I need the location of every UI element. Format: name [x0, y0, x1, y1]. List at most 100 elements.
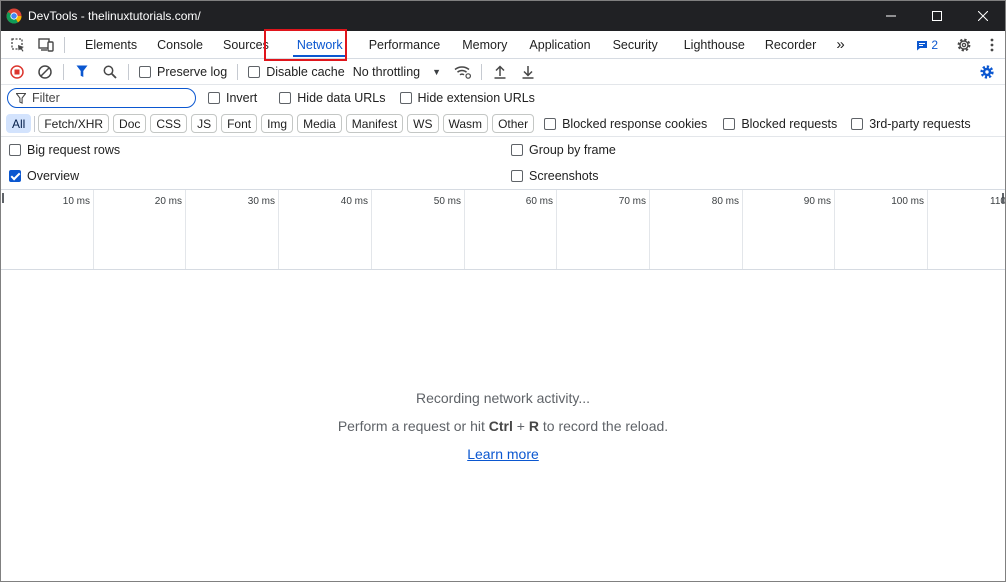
- learn-more-link[interactable]: Learn more: [467, 446, 539, 462]
- toolbar-divider: [63, 63, 64, 80]
- funnel-icon: [16, 92, 26, 104]
- tab-application[interactable]: Application: [519, 31, 600, 59]
- checkbox-box[interactable]: [248, 65, 261, 78]
- more-tabs-button[interactable]: »: [826, 31, 854, 59]
- timeline-grid-line: [649, 190, 650, 269]
- checkbox-box[interactable]: [399, 92, 412, 104]
- timeline-grid-line: [371, 190, 372, 269]
- search-button[interactable]: [96, 59, 124, 85]
- type-filter-js[interactable]: JS: [191, 114, 218, 133]
- tab-performance[interactable]: Performance: [359, 31, 451, 59]
- type-label: Wasm: [448, 116, 483, 131]
- clear-button[interactable]: [31, 59, 59, 85]
- type-filter-wasm[interactable]: Wasm: [442, 114, 489, 133]
- device-toolbar-button[interactable]: [32, 31, 60, 59]
- timeline-grid-line: [464, 190, 465, 269]
- type-filter-css[interactable]: CSS: [150, 114, 188, 133]
- tab-label: Recorder: [764, 37, 817, 52]
- group-by-frame-checkbox[interactable]: Group by frame: [511, 143, 616, 157]
- checkbox-box[interactable]: [544, 117, 557, 130]
- checkbox-label: Big request rows: [27, 143, 121, 157]
- big-request-rows-checkbox[interactable]: Big request rows: [9, 143, 120, 157]
- timeline-grid-line: [278, 190, 279, 269]
- type-label: WS: [413, 116, 433, 131]
- chrome-logo-icon: [6, 8, 22, 24]
- preserve-log-checkbox[interactable]: Preserve log: [139, 65, 227, 79]
- record-button[interactable]: [3, 59, 31, 85]
- checkbox-box[interactable]: [139, 65, 151, 78]
- tab-sources[interactable]: Sources: [213, 31, 279, 59]
- checkbox-box[interactable]: [208, 92, 220, 104]
- overview-left-handle[interactable]: [2, 193, 4, 203]
- issues-icon: [917, 40, 928, 50]
- timeline-tick-label: 70 ms: [618, 196, 646, 207]
- timeline-grid-line: [93, 190, 94, 269]
- record-hint: Perform a request or hit Ctrl + R to rec…: [0, 418, 1006, 434]
- issues-counter[interactable]: 2: [916, 38, 938, 52]
- dropdown-caret-icon: ▼: [432, 66, 442, 77]
- maximize-button[interactable]: [914, 0, 960, 31]
- timeline-tick-label: 60 ms: [525, 196, 553, 207]
- type-filter-other[interactable]: Other: [492, 114, 535, 133]
- network-overview-timeline[interactable]: 10 ms 20 ms 30 ms 40 ms 50 ms 60 ms 70 ms 80 ms…: [0, 189, 1006, 270]
- checkbox-box[interactable]: [511, 144, 523, 156]
- tab-label: Lighthouse: [683, 37, 745, 52]
- resource-type-filter-row: All Fetch/XHR Doc CSS JS Font Img Media …: [0, 111, 1006, 137]
- type-filter-ws[interactable]: WS: [407, 114, 439, 133]
- checkbox-label: Group by frame: [529, 143, 616, 157]
- checkbox-label: Screenshots: [529, 169, 599, 183]
- hide-extension-urls-checkbox[interactable]: Hide extension URLs: [399, 91, 535, 105]
- checkbox-box[interactable]: [279, 92, 292, 104]
- import-har-button[interactable]: [486, 59, 514, 85]
- filter-field[interactable]: [7, 88, 196, 108]
- tab-memory[interactable]: Memory: [452, 31, 517, 59]
- tab-label: Performance: [368, 37, 441, 52]
- tab-console[interactable]: Console: [147, 31, 213, 59]
- third-party-requests-checkbox[interactable]: 3rd-party requests: [851, 116, 971, 131]
- tab-elements[interactable]: Elements: [75, 31, 147, 59]
- disable-cache-checkbox[interactable]: Disable cache: [248, 65, 345, 79]
- timeline-tick-label: 90 ms: [803, 196, 831, 207]
- invert-checkbox[interactable]: Invert: [208, 91, 257, 105]
- overview-checkbox[interactable]: Overview: [9, 169, 79, 183]
- network-toolbar: Preserve log Disable cache No throttling…: [0, 59, 1006, 85]
- inspect-element-button[interactable]: [4, 31, 32, 59]
- type-filter-fetch-xhr[interactable]: Fetch/XHR: [38, 114, 110, 133]
- settings-button[interactable]: [950, 31, 978, 59]
- close-button[interactable]: [960, 0, 1006, 31]
- network-settings-button[interactable]: [973, 59, 1001, 85]
- tab-recorder[interactable]: Recorder: [755, 31, 826, 59]
- checkbox-label: Blocked requests: [741, 116, 838, 131]
- export-har-button[interactable]: [514, 59, 542, 85]
- network-conditions-button[interactable]: [449, 59, 477, 85]
- type-filter-manifest[interactable]: Manifest: [345, 114, 404, 133]
- timeline-grid-line: [556, 190, 557, 269]
- checkbox-label: Overview: [27, 169, 80, 183]
- tab-security[interactable]: Security: [603, 31, 668, 59]
- hide-data-urls-checkbox[interactable]: Hide data URLs: [279, 91, 386, 105]
- minimize-button[interactable]: [868, 0, 914, 31]
- checkbox-box[interactable]: [511, 170, 523, 182]
- checkbox-box[interactable]: [723, 117, 736, 130]
- filter-toggle-button[interactable]: [68, 59, 96, 85]
- checkbox-label: Blocked response cookies: [562, 116, 708, 131]
- throttling-select[interactable]: No throttling ▼: [353, 65, 441, 79]
- blocked-response-cookies-checkbox[interactable]: Blocked response cookies: [544, 117, 707, 131]
- type-filter-doc[interactable]: Doc: [113, 114, 147, 133]
- checkbox-box[interactable]: [9, 170, 21, 182]
- tab-lighthouse[interactable]: Lighthouse: [674, 31, 755, 59]
- customize-menu-button[interactable]: [978, 31, 1006, 59]
- checkbox-box[interactable]: [9, 144, 21, 156]
- device-toggle-icon: [38, 37, 54, 52]
- wifi-settings-icon: [454, 65, 472, 79]
- checkbox-box[interactable]: [851, 117, 864, 130]
- tab-network[interactable]: Network: [285, 31, 355, 59]
- type-filter-img[interactable]: Img: [261, 114, 294, 133]
- type-filter-media[interactable]: Media: [297, 114, 342, 133]
- type-filter-font[interactable]: Font: [221, 114, 258, 133]
- type-filter-all[interactable]: All: [6, 114, 32, 133]
- filter-input[interactable]: [32, 91, 182, 105]
- blocked-requests-checkbox[interactable]: Blocked requests: [723, 117, 837, 131]
- checkbox-label: 3rd-party requests: [869, 116, 971, 131]
- screenshots-checkbox[interactable]: Screenshots: [511, 169, 598, 183]
